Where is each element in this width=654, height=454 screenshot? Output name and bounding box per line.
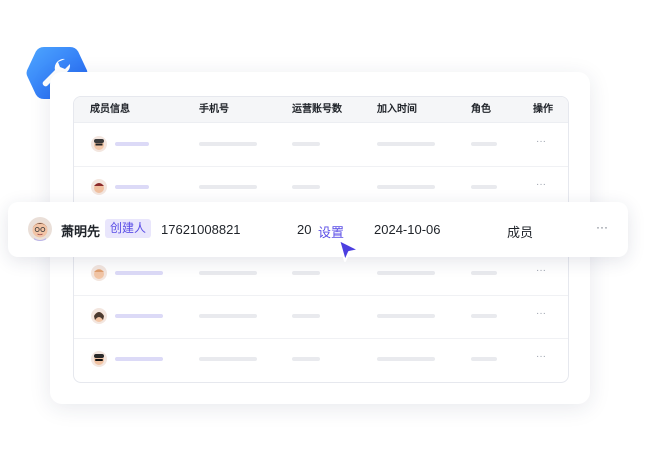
name-placeholder [115, 271, 163, 275]
member-name: 萧明先 [61, 224, 101, 239]
role-placeholder [471, 357, 497, 361]
account-count: 20 [297, 222, 312, 237]
table-header: 成员信息 手机号 运营账号数 加入时间 角色 操作 [74, 97, 568, 123]
header-role: 角色 [471, 104, 491, 115]
header-join-time: 加入时间 [377, 104, 417, 115]
table-row[interactable]: ··· [74, 295, 568, 339]
count-placeholder [292, 314, 320, 318]
role-placeholder [471, 142, 497, 146]
header-phone: 手机号 [199, 104, 229, 115]
date-placeholder [377, 314, 435, 318]
row-more-button[interactable]: ··· [536, 308, 546, 319]
phone-placeholder [199, 314, 257, 318]
table-row[interactable]: ··· [74, 123, 568, 167]
role-placeholder [471, 271, 497, 275]
more-actions-button[interactable]: ··· [596, 220, 608, 234]
phone-placeholder [199, 142, 257, 146]
table-row[interactable]: ··· [74, 252, 568, 296]
name-placeholder [115, 185, 149, 189]
member-phone: 17621008821 [161, 222, 241, 237]
avatar [91, 351, 107, 367]
row-more-button[interactable]: ··· [536, 351, 546, 362]
phone-placeholder [199, 185, 257, 189]
table-row[interactable]: ··· [74, 338, 568, 381]
member-role: 成员 [507, 225, 534, 240]
header-actions: 操作 [533, 104, 553, 115]
row-more-button[interactable]: ··· [536, 136, 546, 147]
pointer-cursor-icon [338, 239, 360, 262]
member-avatar [28, 217, 52, 241]
creator-badge: 创建人 [105, 219, 152, 238]
avatar [91, 308, 107, 324]
date-placeholder [377, 142, 435, 146]
name-placeholder [115, 314, 163, 318]
count-placeholder [292, 142, 320, 146]
date-placeholder [377, 271, 435, 275]
avatar [91, 179, 107, 195]
header-member-info: 成员信息 [90, 104, 130, 115]
count-placeholder [292, 271, 320, 275]
count-placeholder [292, 185, 320, 189]
avatar [91, 136, 107, 152]
count-placeholder [292, 357, 320, 361]
join-date: 2024-10-06 [374, 222, 441, 237]
date-placeholder [377, 185, 435, 189]
name-placeholder [115, 142, 149, 146]
phone-placeholder [199, 271, 257, 275]
avatar [91, 265, 107, 281]
phone-placeholder [199, 357, 257, 361]
role-placeholder [471, 185, 497, 189]
row-more-button[interactable]: ··· [536, 265, 546, 276]
row-more-button[interactable]: ··· [536, 179, 546, 190]
name-placeholder [115, 357, 163, 361]
header-account-count: 运营账号数 [292, 104, 342, 115]
highlighted-member-row[interactable]: 萧明先 创建人 17621008821 20 设置 2024-10-06 成员 … [8, 202, 628, 257]
date-placeholder [377, 357, 435, 361]
role-placeholder [471, 314, 497, 318]
